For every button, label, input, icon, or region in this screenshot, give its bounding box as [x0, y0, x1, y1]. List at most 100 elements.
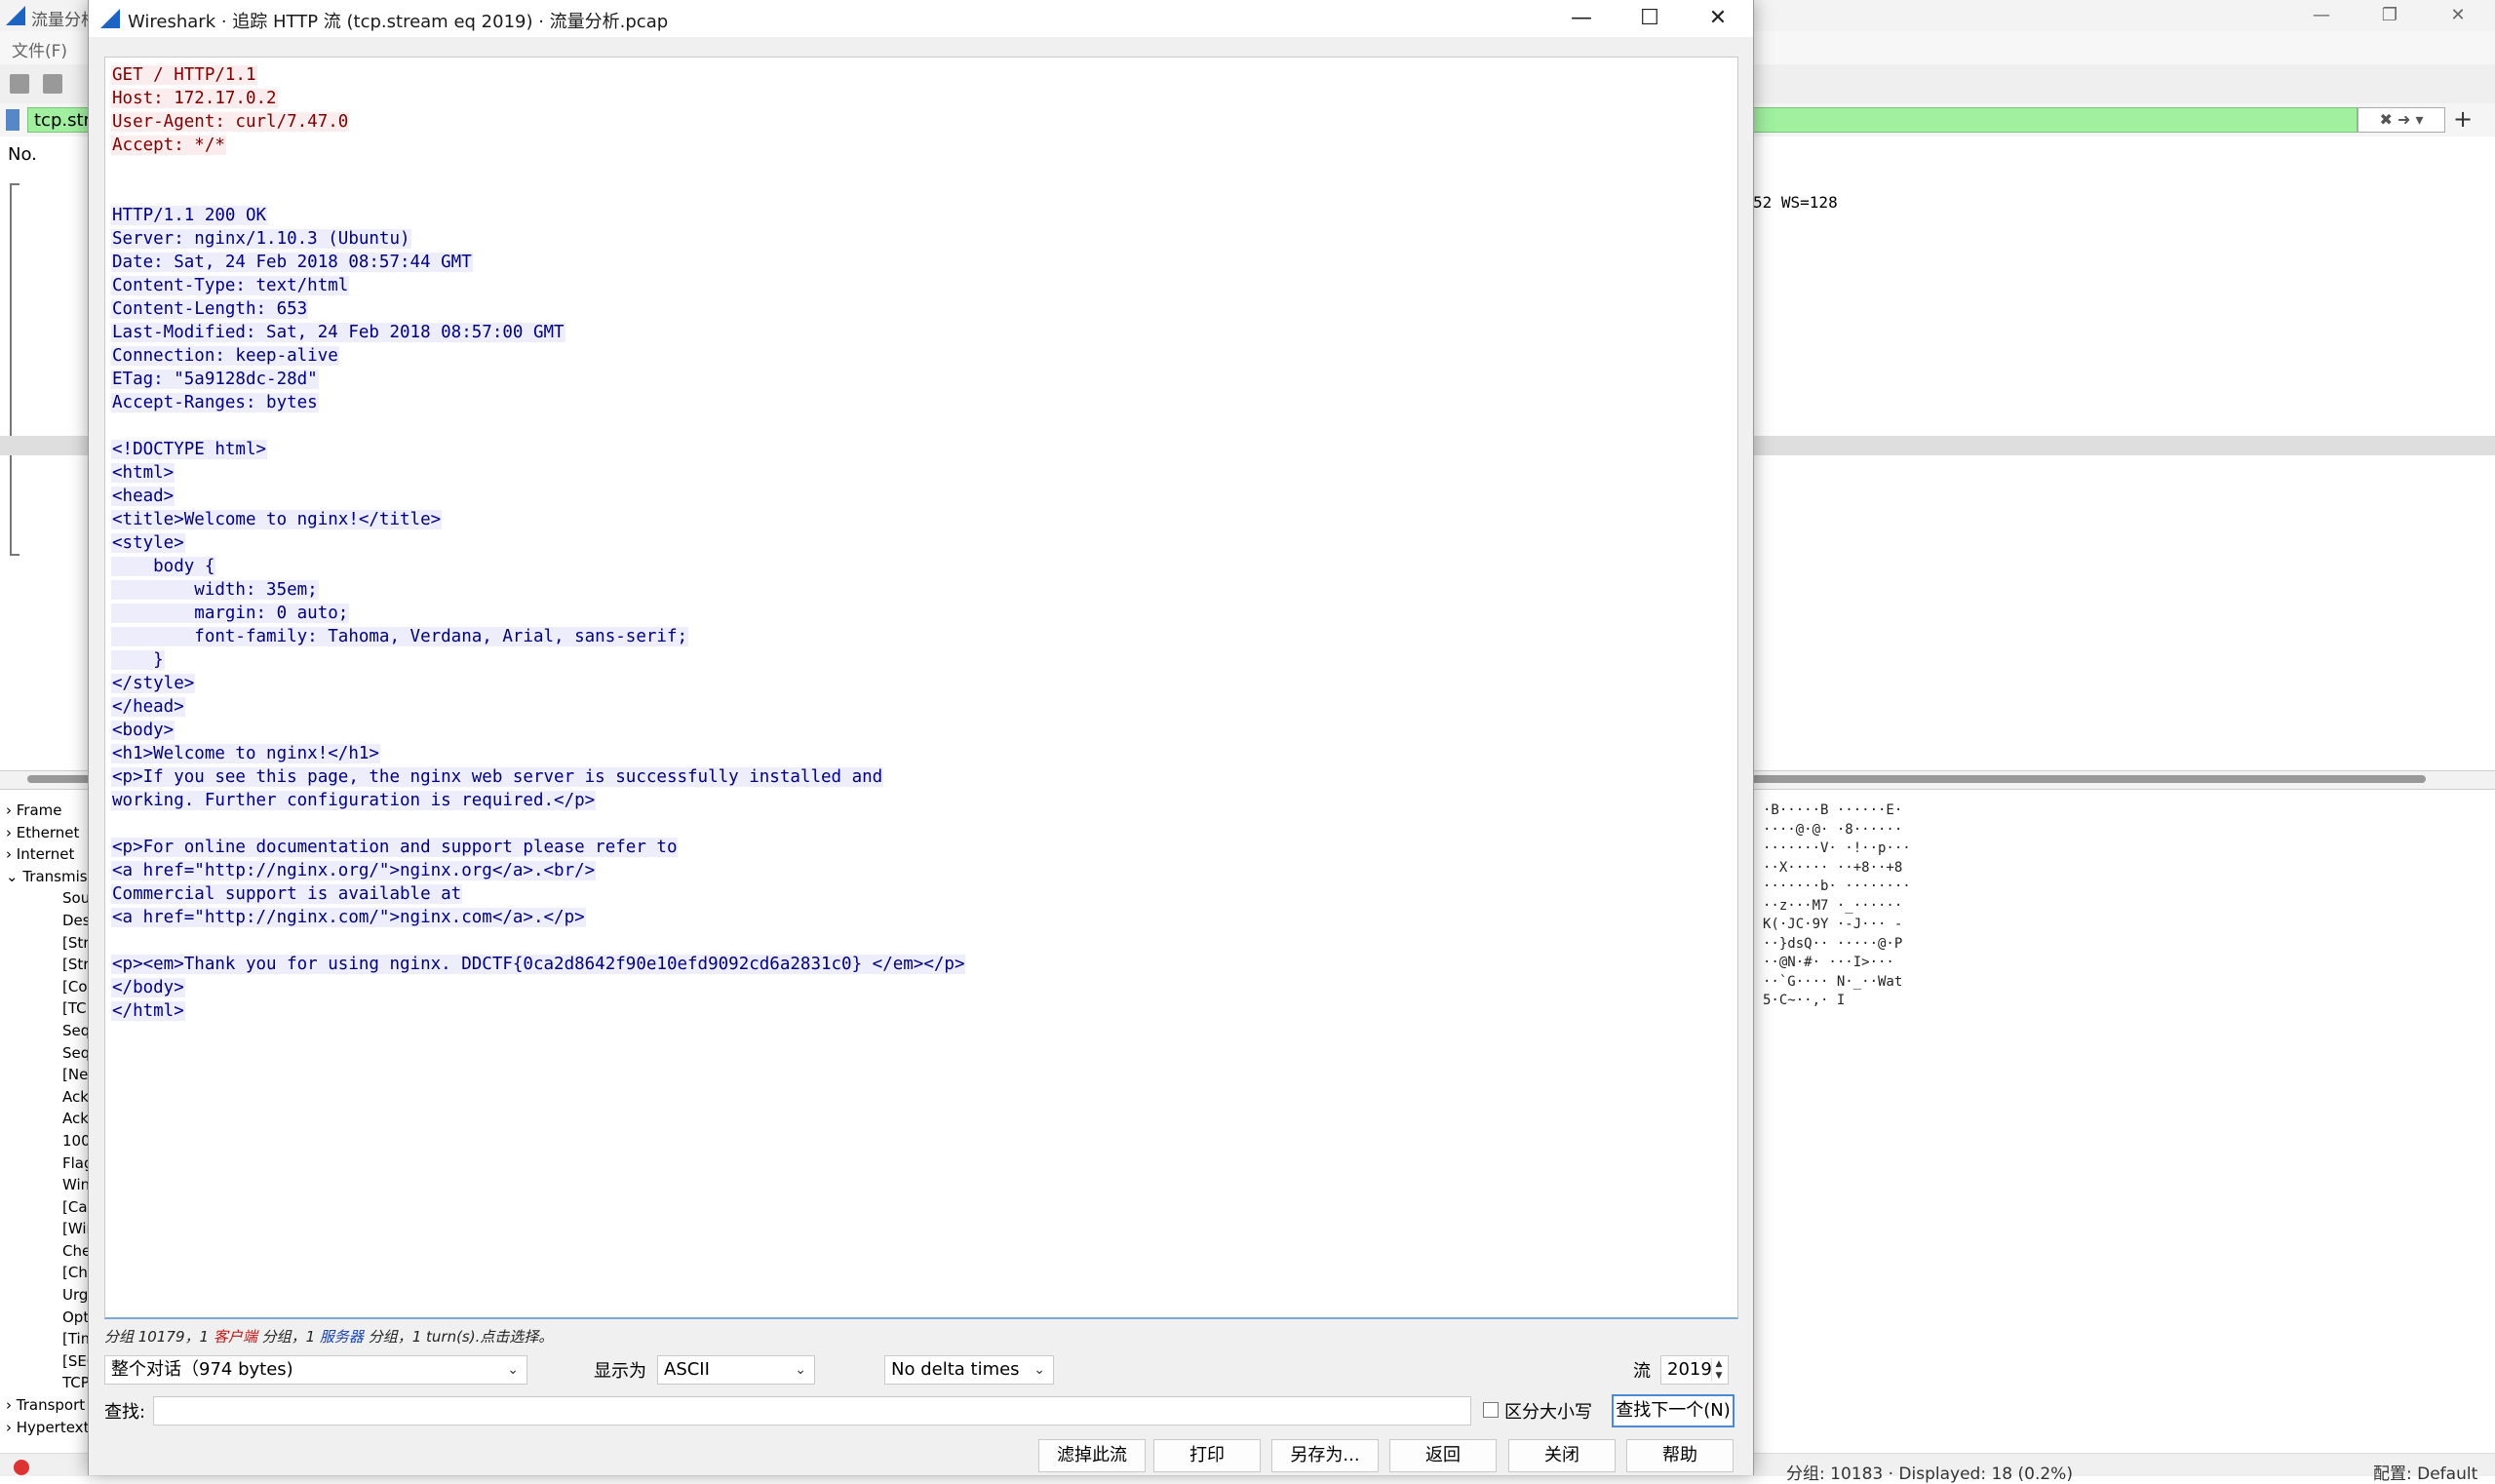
tree-item[interactable]: Checksum	[0, 1240, 97, 1263]
filter-out-stream-button[interactable]: 滤掉此流	[1038, 1439, 1146, 1472]
tree-item[interactable]: [SEQ/ACK]	[0, 1350, 97, 1373]
main-close-icon[interactable]: ✕	[2424, 0, 2492, 31]
client-line: Accept: */*	[111, 136, 226, 155]
server-line: Last-Modified: Sat, 24 Feb 2018 08:57:00…	[111, 323, 565, 342]
server-label: 服务器	[319, 1328, 364, 1346]
client-label: 客户端	[213, 1328, 257, 1346]
main-minimize-icon[interactable]: —	[2287, 0, 2356, 31]
case-sensitive-checkbox[interactable]	[1483, 1402, 1499, 1418]
client-line: Host: 172.17.0.2	[111, 89, 278, 108]
server-line: ETag: "5a9128dc-28d"	[111, 370, 319, 389]
conversation-bracket	[10, 183, 19, 556]
server-line: }	[111, 650, 165, 670]
server-line: Commercial support is available at	[111, 884, 463, 904]
chevron-down-icon: ⌄	[1033, 1362, 1045, 1378]
tree-item[interactable]: [Next]	[0, 1064, 97, 1086]
server-line	[111, 414, 965, 438]
filter-clear-apply-icon[interactable]: ✖ ➜ ▾	[2358, 107, 2445, 133]
find-input[interactable]	[153, 1396, 1471, 1425]
bookmark-icon[interactable]	[6, 109, 19, 131]
tree-item[interactable]: Window	[0, 1174, 97, 1196]
minimize-icon[interactable]: —	[1547, 0, 1616, 37]
main-restore-icon[interactable]: ❐	[2356, 0, 2424, 31]
maximize-icon[interactable]: ☐	[1616, 0, 1684, 37]
tree-item[interactable]: [Calculated]	[0, 1196, 97, 1219]
find-label: 查找:	[104, 1402, 146, 1423]
server-line: <style>	[111, 533, 185, 553]
tree-item[interactable]: › Frame	[0, 800, 97, 822]
tree-item[interactable]: Flags	[0, 1152, 97, 1175]
expert-info-icon[interactable]	[14, 1460, 29, 1475]
tree-item[interactable]: [Stream]	[0, 932, 97, 955]
stream-summary: 分组 10179，1 客户端 分组，1 服务器 分组，1 turn(s).点击选…	[104, 1328, 554, 1346]
server-line: <p><em>Thank you for using nginx. DDCTF{…	[111, 955, 966, 974]
server-line: Date: Sat, 24 Feb 2018 08:57:44 GMT	[111, 253, 473, 272]
stream-content[interactable]: GET / HTTP/1.1 Host: 172.17.0.2 User-Agent…	[104, 57, 1738, 1319]
close-icon[interactable]: ✕	[1684, 0, 1752, 37]
tree-item[interactable]: [Window]	[0, 1218, 97, 1240]
tree-item[interactable]: Urgent	[0, 1284, 97, 1307]
save-as-button[interactable]: 另存为...	[1271, 1439, 1379, 1472]
server-line: <p>If you see this page, the nginx web s…	[111, 767, 884, 787]
tree-item[interactable]: [TCP]	[0, 997, 97, 1020]
server-line: <title>Welcome to nginx!</title>	[111, 510, 443, 529]
delta-times-select[interactable]: No delta times ⌄	[884, 1355, 1054, 1385]
status-packets: 分组: 10183 · Displayed: 18 (0.2%)	[1786, 1464, 2073, 1484]
server-line: working. Further configuration is requir…	[111, 791, 597, 810]
tree-item[interactable]: Acknowledgment	[0, 1086, 97, 1109]
show-as-select[interactable]: ASCII ⌄	[657, 1355, 815, 1385]
server-line: body {	[111, 557, 216, 576]
chevron-down-icon: ⌄	[795, 1362, 806, 1378]
server-line: width: 35em;	[111, 580, 319, 600]
tree-item[interactable]: Acknowledgment	[0, 1108, 97, 1130]
conversation-select[interactable]: 整个对话（974 bytes) ⌄	[104, 1355, 527, 1385]
tree-item[interactable]: › Ethernet	[0, 822, 97, 844]
packet-bytes-hex: ·B·····B ······E· ····@·@· ·8······ ····…	[1763, 802, 1911, 1008]
server-line: Server: nginx/1.10.3 (Ubuntu)	[111, 229, 411, 249]
tree-item[interactable]: › Hypertext	[0, 1417, 97, 1439]
tree-item[interactable]: ⌄ Transmission	[0, 866, 97, 888]
tree-item[interactable]: TCP	[0, 1372, 97, 1394]
stream-text: GET / HTTP/1.1 Host: 172.17.0.2 User-Agent…	[111, 63, 966, 1023]
tree-item[interactable]: Destination	[0, 910, 97, 932]
shark-fin-start-icon[interactable]	[10, 74, 29, 94]
menu-file[interactable]: 文件(F)	[12, 37, 67, 61]
server-line: <body>	[111, 721, 175, 740]
add-filter-button-icon[interactable]: +	[2453, 105, 2473, 133]
tree-item[interactable]: › Internet	[0, 843, 97, 866]
find-next-button[interactable]: 查找下一个(N)	[1612, 1394, 1735, 1427]
tree-item[interactable]: Sequence	[0, 1020, 97, 1042]
tree-item[interactable]: [Timestamps]	[0, 1328, 97, 1350]
chevron-down-icon: ⌄	[507, 1362, 519, 1378]
follow-stream-dialog: Wireshark · 追踪 HTTP 流 (tcp.stream eq 201…	[88, 0, 1754, 1475]
tree-item[interactable]: Source	[0, 887, 97, 910]
stream-number-spinbox[interactable]: 2019 ▲ ▼	[1660, 1355, 1729, 1385]
tree-item[interactable]: › Transport	[0, 1394, 97, 1417]
server-line: <p>For online documentation and support …	[111, 838, 679, 857]
status-profile[interactable]: 配置: Default	[2373, 1460, 2477, 1484]
server-line: margin: 0 auto;	[111, 604, 350, 623]
tree-item[interactable]: 1000	[0, 1130, 97, 1152]
print-button[interactable]: 打印	[1153, 1439, 1261, 1472]
server-line: Content-Length: 653	[111, 299, 309, 319]
server-line: <a href="http://nginx.com/">nginx.com</a…	[111, 908, 586, 927]
column-header-no[interactable]: No.	[8, 144, 37, 165]
close-button[interactable]: 关闭	[1508, 1439, 1616, 1472]
tree-item[interactable]: Options	[0, 1307, 97, 1329]
tree-item[interactable]: [Checksum]	[0, 1262, 97, 1284]
server-line: <html>	[111, 463, 175, 483]
spin-arrows-icon[interactable]: ▲ ▼	[1711, 1358, 1726, 1382]
tree-item[interactable]: [Stream]	[0, 954, 97, 976]
server-line: <a href="http://nginx.org/">nginx.org</a…	[111, 861, 597, 880]
tree-item[interactable]: [Conversation]	[0, 976, 97, 998]
stop-capture-icon[interactable]	[43, 74, 62, 94]
help-button[interactable]: 帮助	[1626, 1439, 1734, 1472]
packet-info-fragment: 52 WS=128	[1753, 193, 1838, 212]
dialog-title: Wireshark · 追踪 HTTP 流 (tcp.stream eq 201…	[128, 12, 669, 32]
server-line: <!DOCTYPE html>	[111, 440, 268, 459]
back-button[interactable]: 返回	[1389, 1439, 1497, 1472]
tree-item[interactable]: Sequence	[0, 1042, 97, 1065]
stream-label: 流	[1633, 1361, 1651, 1382]
server-line	[111, 929, 965, 953]
